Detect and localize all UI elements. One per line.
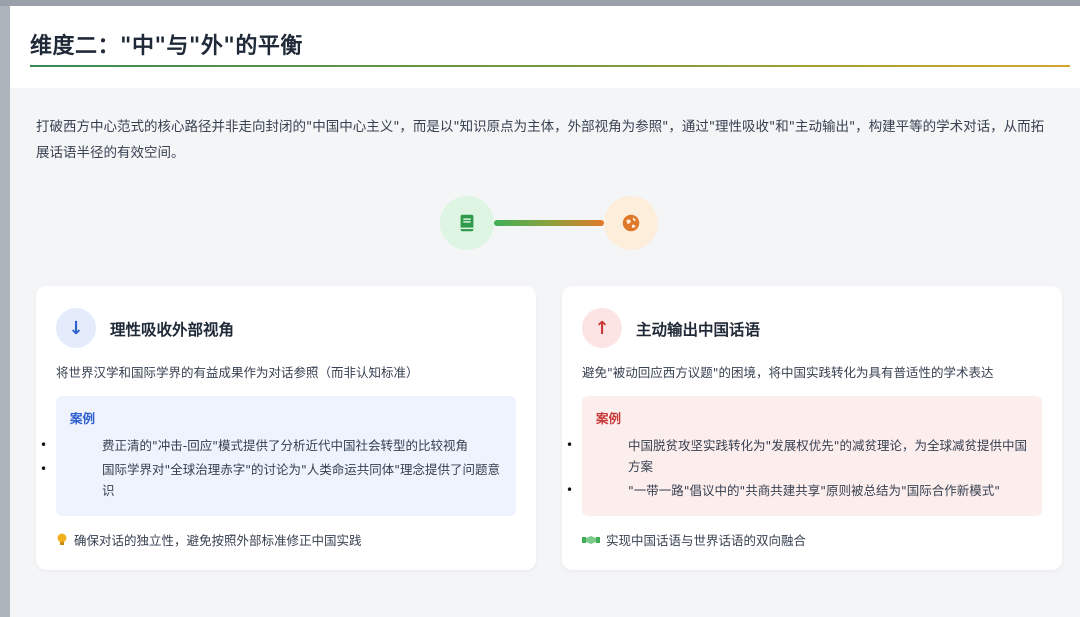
case-text: 费正清的"冲击-回应"模式提供了分析近代中国社会转型的比较视角 xyxy=(102,438,469,453)
case-list: • 中国脱贫攻坚实践转化为"发展权优先"的减贫理论，为全球减贫提供中国方案 • … xyxy=(566,435,1028,501)
case-box: 案例 • 费正清的"冲击-回应"模式提供了分析近代中国社会转型的比较视角 • 国… xyxy=(40,396,516,516)
handshake-icon xyxy=(582,534,600,546)
case-label: 案例 xyxy=(596,411,622,426)
case-text: 中国脱贫攻坚实践转化为"发展权优先"的减贫理论，为全球减贫提供中国方案 xyxy=(628,438,1028,474)
globe-circle xyxy=(604,196,658,250)
case-text: 国际学界对"全球治理赤字"的讨论为"人类命运共同体"理念提供了问题意识 xyxy=(102,462,500,498)
bullet: • xyxy=(566,483,574,497)
bullet: • xyxy=(40,438,48,452)
lightbulb-icon xyxy=(56,533,68,547)
list-item: • 费正清的"冲击-回应"模式提供了分析近代中国社会转型的比较视角 xyxy=(40,435,502,456)
footer-text: 实现中国话语与世界话语的双向融合 xyxy=(606,533,807,548)
list-item: • 国际学界对"全球治理赤字"的讨论为"人类命运共同体"理念提供了问题意识 xyxy=(40,459,502,501)
card-rational-absorption: ↓ 理性吸收外部视角 将世界汉学和国际学界的有益成果作为对话参照（而非认知标准）… xyxy=(36,286,536,570)
case-label: 案例 xyxy=(70,411,96,426)
intro-paragraph: 打破西方中心范式的核心路径并非走向封闭的"中国中心主义"，而是以"知识原点为主体… xyxy=(36,119,1045,161)
book-icon xyxy=(460,214,474,232)
header: 维度二："中"与"外"的平衡 xyxy=(10,6,1080,88)
page-bottom-strip xyxy=(10,600,1080,617)
card-title: 理性吸收外部视角 xyxy=(110,321,235,339)
card-footer: 确保对话的独立性，避免按照外部标准修正中国实践 xyxy=(56,530,362,549)
card-footer: 实现中国话语与世界话语的双向融合 xyxy=(582,530,806,549)
arrow-down-icon: ↓ xyxy=(56,308,96,348)
card-active-output: ↑ 主动输出中国话语 避免"被动回应西方议题"的困境，将中国实践转化为具有普适性… xyxy=(562,286,1062,570)
balance-connector xyxy=(440,196,660,252)
bullet: • xyxy=(566,438,574,452)
book-circle xyxy=(440,196,494,250)
slide-page: 维度二："中"与"外"的平衡 打破西方中心范式的核心路径并非走向封闭的"中国中心… xyxy=(10,6,1080,600)
case-box: 案例 • 中国脱贫攻坚实践转化为"发展权优先"的减贫理论，为全球减贫提供中国方案… xyxy=(566,396,1042,516)
list-item: • "一带一路"倡议中的"共商共建共享"原则被总结为"国际合作新模式" xyxy=(566,480,1028,501)
footer-text: 确保对话的独立性，避免按照外部标准修正中国实践 xyxy=(74,533,362,548)
connector-bar xyxy=(494,220,604,226)
globe-icon xyxy=(622,214,640,232)
list-item: • 中国脱贫攻坚实践转化为"发展权优先"的减贫理论，为全球减贫提供中国方案 xyxy=(566,435,1028,477)
window-left-edge xyxy=(0,6,10,617)
bullet: • xyxy=(40,462,48,476)
case-list: • 费正清的"冲击-回应"模式提供了分析近代中国社会转型的比较视角 • 国际学界… xyxy=(40,435,502,501)
title-divider xyxy=(30,65,1070,67)
case-text: "一带一路"倡议中的"共商共建共享"原则被总结为"国际合作新模式" xyxy=(628,483,1000,498)
card-title: 主动输出中国话语 xyxy=(636,321,761,339)
page-title: 维度二："中"与"外"的平衡 xyxy=(30,34,303,59)
card-description: 将世界汉学和国际学界的有益成果作为对话参照（而非认知标准） xyxy=(56,365,419,380)
arrow-up-icon: ↑ xyxy=(582,308,622,348)
card-description: 避免"被动回应西方议题"的困境，将中国实践转化为具有普适性的学术表达 xyxy=(582,365,994,380)
